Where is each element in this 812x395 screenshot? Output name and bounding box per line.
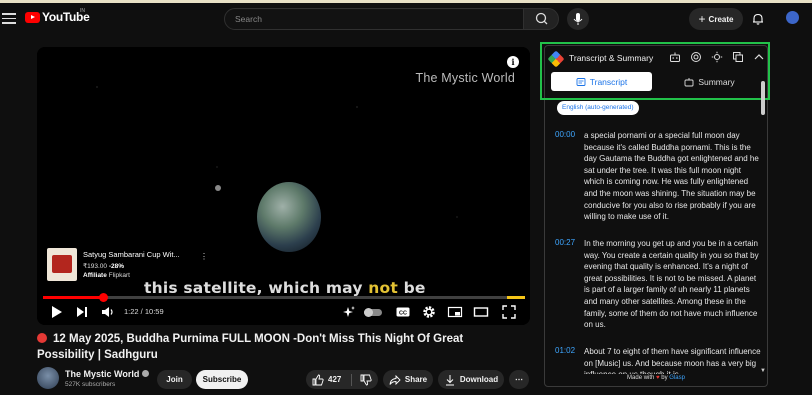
share-button[interactable]: Share	[383, 370, 433, 389]
youtube-play-icon	[25, 11, 40, 23]
sun-icon[interactable]	[711, 51, 723, 63]
segment-timestamp[interactable]: 00:00	[555, 130, 575, 139]
channel-watermark: The Mystic World	[415, 71, 515, 85]
segment-text: In the morning you get up and you be in …	[584, 239, 759, 330]
plus-icon: +	[698, 12, 706, 26]
panel-header-highlight: Transcript & Summary Transcript Summary	[540, 42, 770, 100]
video-planet	[257, 182, 321, 252]
glasp-link[interactable]: Glasp	[669, 375, 685, 381]
like-dislike-group: 427	[306, 370, 378, 389]
video-player[interactable]: The Mystic World i Satyug Sambarani Cup …	[37, 47, 530, 325]
tab-summary-label: Summary	[698, 76, 735, 87]
ad-title: Satyug Sambarani Cup Wit...	[83, 250, 180, 259]
ad-marker	[507, 296, 525, 299]
search-button[interactable]	[523, 8, 559, 30]
panel-scrollbar-thumb[interactable]	[761, 81, 765, 115]
summary-robot-icon	[684, 77, 694, 86]
more-actions-button[interactable]: ⋯	[509, 370, 529, 389]
download-button[interactable]: Download	[438, 370, 504, 389]
channel-name[interactable]: The Mystic World	[65, 369, 150, 379]
create-button[interactable]: + Create	[689, 8, 743, 30]
panel-footer: Made with ♥ by Glasp	[627, 375, 685, 381]
account-avatar[interactable]	[786, 11, 799, 24]
ad-affiliate: Affiliate Flipkart	[83, 272, 130, 279]
scrubber-handle[interactable]	[98, 293, 108, 302]
subscriber-count: 527K subscribers	[65, 381, 116, 388]
volume-icon[interactable]	[100, 304, 116, 320]
transcript-summary-panel: Transcript & Summary Transcript Summary …	[540, 42, 770, 387]
chevron-up-icon[interactable]	[753, 51, 765, 63]
create-label: Create	[708, 14, 734, 24]
openai-icon[interactable]	[690, 51, 702, 63]
autoplay-toggle[interactable]	[364, 308, 382, 317]
search-icon	[535, 12, 548, 25]
subscribe-label: Subscribe	[202, 375, 242, 384]
segment-text: About 7 to eight of them have significan…	[584, 347, 761, 374]
play-icon[interactable]	[50, 304, 64, 320]
like-count[interactable]: 427	[328, 375, 341, 384]
progress-played	[43, 296, 104, 299]
heart-icon: ♥	[656, 375, 660, 381]
mic-icon	[573, 13, 583, 25]
next-icon[interactable]	[75, 304, 89, 320]
region-code: IN	[80, 8, 85, 14]
progress-bar[interactable]	[43, 293, 525, 302]
panel-title: Transcript & Summary	[569, 53, 654, 63]
product-ad-card[interactable]: Satyug Sambarani Cup Wit... ₹193.00 -28%…	[47, 248, 208, 282]
robot-icon[interactable]	[669, 51, 681, 63]
segment-text: a special pornami or a special full moon…	[584, 131, 759, 222]
more-horiz-icon: ⋯	[515, 375, 523, 384]
segment-timestamp[interactable]: 00:27	[555, 238, 575, 247]
channel-avatar[interactable]	[37, 367, 59, 389]
language-chip[interactable]: English (auto-generated)	[557, 101, 639, 115]
download-icon	[445, 374, 454, 385]
more-vert-icon[interactable]: ⋮	[200, 252, 208, 261]
miniplayer-icon[interactable]	[447, 304, 463, 320]
copy-icon[interactable]	[732, 51, 744, 63]
voice-search-button[interactable]	[567, 8, 589, 30]
panel-header-actions	[669, 51, 765, 63]
ad-thumbnail	[47, 248, 77, 281]
live-dot-icon	[37, 333, 47, 343]
search-input[interactable]: Search	[224, 8, 524, 30]
notifications-button[interactable]	[751, 12, 765, 31]
extension-logo-icon	[547, 50, 565, 68]
join-button[interactable]: Join	[157, 370, 192, 389]
join-label: Join	[166, 375, 183, 384]
captions-icon[interactable]: CC	[395, 304, 411, 320]
player-controls: 1:22 / 10:59 CC	[37, 302, 530, 324]
menu-icon[interactable]	[2, 11, 16, 25]
sparkle-icon[interactable]	[342, 304, 356, 320]
video-moon	[215, 185, 221, 191]
ad-price: ₹193.00 -28%	[83, 263, 125, 270]
like-divider	[351, 373, 353, 386]
dislike-icon[interactable]	[360, 374, 372, 386]
tab-transcript-label: Transcript	[589, 76, 628, 87]
transcript-icon	[576, 77, 586, 86]
svg-text:CC: CC	[399, 311, 407, 317]
bell-icon	[753, 13, 763, 25]
segment-timestamp[interactable]: 01:02	[555, 346, 575, 355]
fullscreen-icon[interactable]	[501, 304, 517, 320]
scroll-down-icon[interactable]: ▼	[760, 368, 766, 374]
tab-transcript[interactable]: Transcript	[551, 72, 652, 91]
share-icon	[389, 374, 401, 385]
time-display: 1:22 / 10:59	[124, 307, 164, 316]
video-title: 12 May 2025, Buddha Purnima FULL MOON -D…	[37, 333, 464, 361]
download-label: Download	[459, 375, 499, 384]
settings-gear-icon[interactable]	[421, 304, 437, 320]
info-icon[interactable]: i	[507, 56, 519, 68]
tab-summary[interactable]: Summary	[659, 72, 760, 91]
verified-icon	[142, 370, 150, 377]
theater-mode-icon[interactable]	[473, 304, 489, 320]
youtube-logo[interactable]: YouTube IN	[25, 8, 90, 24]
share-label: Share	[404, 375, 428, 384]
subscribe-button[interactable]: Subscribe	[196, 370, 248, 389]
caption-text: this satellite, which may not be	[144, 279, 426, 297]
transcript-list: 00:00 a special pornami or a special ful…	[545, 126, 767, 374]
like-icon[interactable]	[312, 374, 324, 386]
masthead: YouTube IN Search + Create	[0, 3, 812, 37]
panel-tabs: Transcript Summary	[551, 72, 761, 92]
